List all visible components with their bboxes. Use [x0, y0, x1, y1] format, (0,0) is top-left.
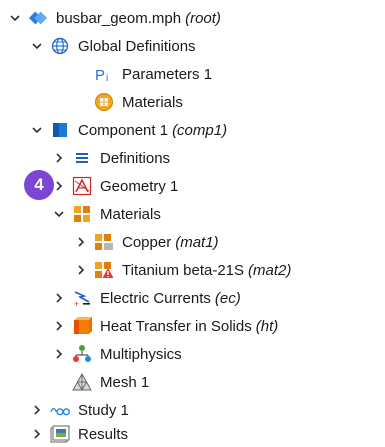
- definitions-label: Definitions: [100, 149, 171, 167]
- root-tag: (root): [185, 9, 221, 27]
- chevron-right-icon[interactable]: [30, 427, 44, 441]
- chevron-right-icon[interactable]: [52, 291, 66, 305]
- geometry-label: Geometry 1: [100, 177, 179, 195]
- chevron-right-icon[interactable]: [74, 263, 88, 277]
- tree-node-mesh[interactable]: Mesh 1: [52, 369, 149, 395]
- chevron-right-icon[interactable]: [52, 347, 66, 361]
- titanium-label: Titanium beta-21S: [122, 261, 245, 279]
- chevron-right-icon[interactable]: [52, 179, 66, 193]
- step-badge: 4: [24, 170, 54, 200]
- svg-text:P: P: [95, 67, 105, 83]
- copper-tag: (mat1): [175, 233, 219, 251]
- tree-node-results[interactable]: Results: [30, 421, 128, 447]
- tree-node-heat-transfer[interactable]: Heat Transfer in Solids (ht): [52, 313, 278, 339]
- tree-node-study[interactable]: Study 1: [30, 397, 129, 423]
- copper-label: Copper: [122, 233, 172, 251]
- titanium-tag: (mat2): [248, 261, 292, 279]
- mesh-label: Mesh 1: [100, 373, 150, 391]
- tree-node-root[interactable]: busbar_geom.mph (root): [8, 5, 221, 31]
- study-icon: [50, 400, 70, 420]
- global-materials-icon: [94, 92, 114, 112]
- study-label: Study 1: [78, 401, 129, 419]
- root-label: busbar_geom.mph: [56, 9, 182, 27]
- parameters-label: Parameters 1: [122, 65, 213, 83]
- model-builder-tree: busbar_geom.mph (root) Global Definition…: [0, 0, 385, 445]
- tree-node-multiphysics[interactable]: Multiphysics: [52, 341, 182, 367]
- chevron-right-icon[interactable]: [74, 235, 88, 249]
- component-label: Component 1: [78, 121, 169, 139]
- heat-transfer-icon: [72, 316, 92, 336]
- electric-currents-icon: +: [72, 288, 92, 308]
- chevron-right-icon[interactable]: [52, 319, 66, 333]
- results-icon: [50, 424, 70, 444]
- electric-currents-label: Electric Currents: [100, 289, 211, 307]
- globe-icon: [50, 36, 70, 56]
- heat-transfer-tag: (ht): [255, 317, 279, 335]
- results-label: Results: [78, 425, 129, 443]
- tree-node-global-definitions[interactable]: Global Definitions: [30, 33, 196, 59]
- heat-transfer-label: Heat Transfer in Solids: [100, 317, 252, 335]
- parameters-icon: Pi: [94, 64, 114, 84]
- tree-node-copper[interactable]: Copper (mat1): [74, 229, 219, 255]
- tree-node-materials[interactable]: Materials: [52, 201, 161, 227]
- tree-node-global-materials[interactable]: Materials: [72, 89, 183, 115]
- chevron-right-icon[interactable]: [52, 151, 66, 165]
- tree-node-geometry[interactable]: Geometry 1: [52, 173, 178, 199]
- definitions-list-icon: [72, 148, 92, 168]
- chevron-down-icon[interactable]: [8, 11, 22, 25]
- materials-icon: [72, 204, 92, 224]
- chevron-down-icon[interactable]: [52, 207, 66, 221]
- tree-node-definitions[interactable]: Definitions: [52, 145, 170, 171]
- model-root-icon: [28, 8, 48, 28]
- svg-text:i: i: [106, 73, 108, 83]
- materials-label: Materials: [100, 205, 161, 223]
- tree-node-parameters[interactable]: Pi Parameters 1: [72, 61, 212, 87]
- material-warning-icon: [94, 260, 114, 280]
- global-materials-label: Materials: [122, 93, 183, 111]
- material-copper-icon: [94, 232, 114, 252]
- tree-node-electric-currents[interactable]: + Electric Currents (ec): [52, 285, 241, 311]
- geometry-icon: [72, 176, 92, 196]
- chevron-down-icon[interactable]: [30, 123, 44, 137]
- chevron-down-icon[interactable]: [30, 39, 44, 53]
- mesh-icon: [72, 372, 92, 392]
- tree-node-titanium[interactable]: Titanium beta-21S (mat2): [74, 257, 291, 283]
- multiphysics-icon: [72, 344, 92, 364]
- component-tag: (comp1): [172, 121, 228, 139]
- chevron-right-icon[interactable]: [30, 403, 44, 417]
- global-definitions-label: Global Definitions: [78, 37, 196, 55]
- svg-text:+: +: [74, 299, 79, 308]
- electric-currents-tag: (ec): [214, 289, 241, 307]
- component-cube-icon: [50, 120, 70, 140]
- multiphysics-label: Multiphysics: [100, 345, 182, 363]
- tree-node-component[interactable]: Component 1 (comp1): [30, 117, 227, 143]
